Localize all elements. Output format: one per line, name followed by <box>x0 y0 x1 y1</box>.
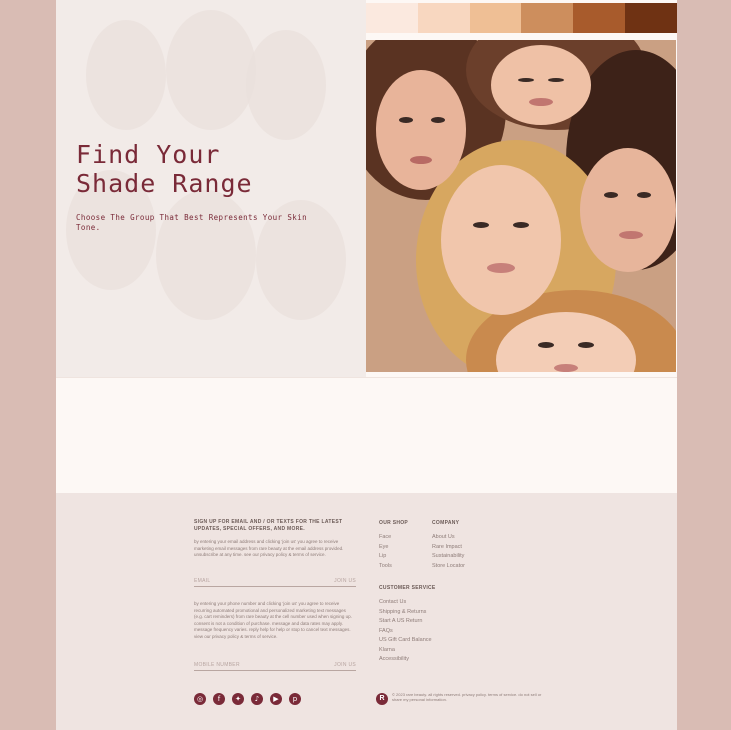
site-footer: SIGN UP FOR EMAIL AND / OR TEXTS FOR THE… <box>56 493 677 730</box>
footer-link-tools[interactable]: Tools <box>379 562 429 572</box>
pinterest-icon[interactable]: p <box>289 693 301 705</box>
company-links: COMPANY About Us Rare Impact Sustainabil… <box>432 520 492 571</box>
email-field[interactable]: EMAIL JOIN US <box>194 575 356 587</box>
copyright-text: © 2023 rare beauty. all rights reserved.… <box>392 692 542 702</box>
shop-heading: OUR SHOP <box>379 520 409 526</box>
customer-service-links: CUSTOMER SERVICE Contact Us Shipping & R… <box>379 585 469 665</box>
shade-swatch-5[interactable] <box>573 3 626 33</box>
instagram-icon[interactable]: ◎ <box>194 693 206 705</box>
hero-title-line-2: Shade Range <box>76 169 253 198</box>
group-portrait-illustration <box>366 40 676 372</box>
shade-swatch-4[interactable] <box>521 3 574 33</box>
twitter-icon[interactable]: ✦ <box>232 693 244 705</box>
hero-title-line-1: Find Your <box>76 140 221 169</box>
email-disclaimer: by entering your email address and click… <box>194 539 344 558</box>
footer-link-gift-card[interactable]: US Gift Card Balance <box>379 636 469 646</box>
footer-link-contact[interactable]: Contact Us <box>379 598 469 608</box>
newsletter-signup: SIGN UP FOR EMAIL AND / OR TEXTS FOR THE… <box>194 519 356 559</box>
sms-disclaimer: by entering your phone number and clicki… <box>194 601 352 639</box>
faded-face-shape <box>156 190 256 320</box>
tiktok-icon[interactable]: ♪ <box>251 693 263 705</box>
mobile-placeholder: MOBILE NUMBER <box>194 661 240 668</box>
page: Find Your Shade Range Choose The Group T… <box>56 0 677 730</box>
faded-face-shape <box>86 20 166 130</box>
sms-join-button[interactable]: JOIN US <box>334 662 356 668</box>
shade-swatch-6[interactable] <box>625 3 677 33</box>
footer-link-rare-impact[interactable]: Rare Impact <box>432 543 492 553</box>
footer-link-accessibility[interactable]: Accessibility <box>379 655 469 665</box>
sms-disclaimer-block: by entering your phone number and clicki… <box>194 601 356 641</box>
hero-group-photo <box>366 40 676 372</box>
hero-subtitle: Choose The Group That Best Represents Yo… <box>76 213 308 232</box>
email-placeholder: EMAIL <box>194 577 211 584</box>
mobile-number-field[interactable]: MOBILE NUMBER JOIN US <box>194 659 356 671</box>
footer-link-lip[interactable]: Lip <box>379 552 429 562</box>
hero-left-panel: Find Your Shade Range Choose The Group T… <box>56 0 366 377</box>
faded-face-shape <box>166 10 256 130</box>
empty-content-area <box>56 377 677 493</box>
hero-title: Find Your Shade Range <box>76 140 253 198</box>
email-join-button[interactable]: JOIN US <box>334 578 356 584</box>
brand-logo: R <box>376 693 388 705</box>
footer-link-about[interactable]: About Us <box>432 533 492 543</box>
footer-link-store-locator[interactable]: Store Locator <box>432 562 492 572</box>
youtube-icon[interactable]: ▶ <box>270 693 282 705</box>
footer-link-faqs[interactable]: FAQs <box>379 627 469 637</box>
shade-swatch-bar <box>366 3 677 33</box>
footer-link-sustainability[interactable]: Sustainability <box>432 552 492 562</box>
footer-link-start-return[interactable]: Start A US Return <box>379 617 469 627</box>
shade-swatch-2[interactable] <box>417 3 470 33</box>
faded-face-shape <box>246 30 326 140</box>
footer-link-face[interactable]: Face <box>379 533 429 543</box>
footer-link-shipping[interactable]: Shipping & Returns <box>379 608 469 618</box>
company-heading: COMPANY <box>432 520 460 526</box>
facebook-icon[interactable]: f <box>213 693 225 705</box>
footer-link-eye[interactable]: Eye <box>379 543 429 553</box>
social-icons: ◎ f ✦ ♪ ▶ p <box>194 693 301 705</box>
footer-link-klarna[interactable]: Klarna <box>379 646 469 656</box>
shop-links: OUR SHOP Face Eye Lip Tools <box>379 520 429 571</box>
shade-swatch-3[interactable] <box>469 3 522 33</box>
signup-heading: SIGN UP FOR EMAIL AND / OR TEXTS FOR THE… <box>194 519 343 532</box>
service-heading: CUSTOMER SERVICE <box>379 585 436 591</box>
shade-swatch-1[interactable] <box>366 3 418 33</box>
